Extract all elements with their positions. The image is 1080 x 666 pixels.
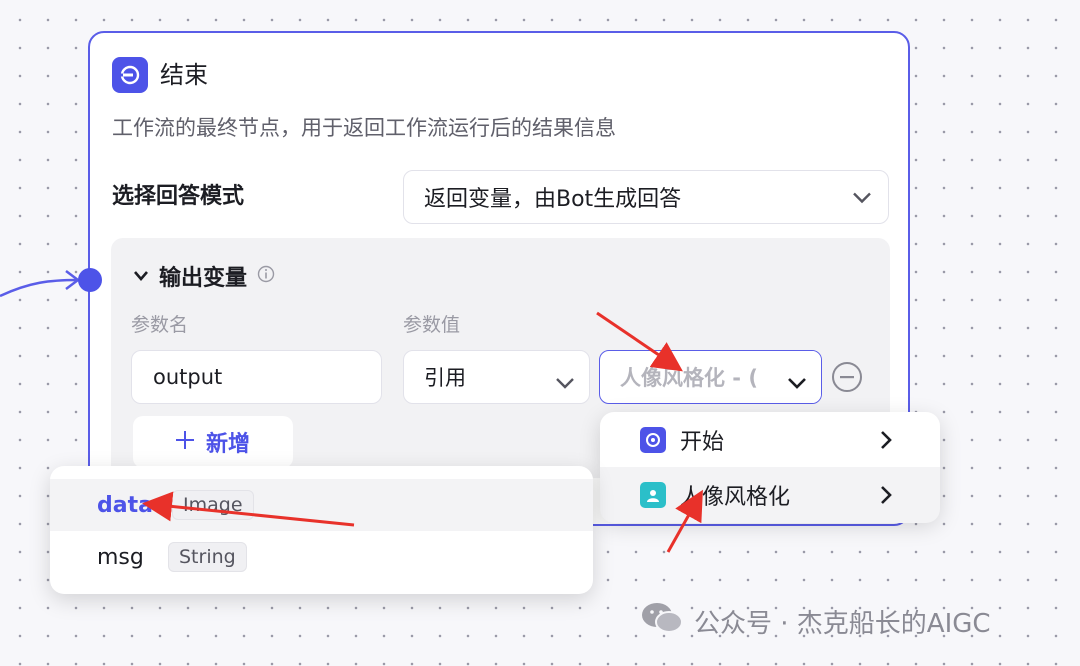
param-name-column-label: 参数名 [131, 314, 189, 336]
variable-msg-name: msg [97, 544, 144, 570]
type-chip: Image [172, 490, 254, 520]
add-variable-label: 新增 [205, 432, 250, 457]
output-variables-header[interactable]: 输出变量 [133, 260, 275, 292]
start-node-icon [640, 427, 666, 453]
type-chip: String [168, 542, 247, 572]
watermark: 公众号 · 杰克船长的AIGC [640, 600, 991, 643]
answer-mode-label: 选择回答模式 [112, 184, 245, 209]
chevron-down-icon [852, 185, 872, 210]
variable-submenu: data Image msg String [50, 466, 593, 594]
collapse-chevron-icon[interactable] [133, 267, 149, 286]
param-name-value: output [153, 365, 223, 389]
chevron-right-icon [880, 430, 892, 454]
chevron-down-icon [787, 370, 807, 394]
variable-data-name: data [97, 492, 153, 518]
add-variable-button[interactable]: 新增 [133, 416, 293, 468]
wechat-icon [640, 600, 684, 643]
param-name-input[interactable]: output [131, 350, 382, 404]
output-variables-title: 输出变量 [159, 266, 248, 291]
chevron-right-icon [880, 485, 892, 509]
plus-icon [175, 430, 194, 455]
menu-item-start[interactable]: 开始 [600, 412, 940, 468]
answer-mode-value: 返回变量，由Bot生成回答 [424, 187, 682, 212]
menu-item-portrait-style-label: 人像风格化 [680, 485, 791, 510]
watermark-text: 公众号 · 杰克船长的AIGC [694, 609, 991, 639]
node-description: 工作流的最终节点，用于返回工作流运行后的结果信息 [112, 116, 616, 140]
ref-value-text: 人像风格化 - ( [620, 366, 758, 390]
remove-row-icon[interactable] [831, 361, 863, 397]
info-icon[interactable] [257, 265, 275, 287]
answer-mode-select[interactable]: 返回变量，由Bot生成回答 [403, 170, 889, 224]
menu-item-portrait-style[interactable]: 人像风格化 [600, 467, 940, 523]
node-select-menu: 开始 人像风格化 [600, 412, 940, 523]
variable-item-msg[interactable]: msg String [50, 531, 593, 583]
param-value-column-label: 参数值 [403, 314, 461, 336]
ref-type-value: 引用 [424, 366, 466, 390]
end-node-icon [112, 57, 148, 93]
menu-item-start-label: 开始 [680, 430, 725, 455]
variable-item-data[interactable]: data Image [50, 479, 593, 531]
chevron-down-icon [555, 370, 575, 394]
node-input-port[interactable] [78, 268, 102, 292]
ref-value-select[interactable]: 人像风格化 - ( [599, 350, 822, 404]
portrait-node-icon [640, 482, 666, 508]
ref-type-select[interactable]: 引用 [403, 350, 590, 404]
node-title: 结束 [160, 61, 208, 89]
